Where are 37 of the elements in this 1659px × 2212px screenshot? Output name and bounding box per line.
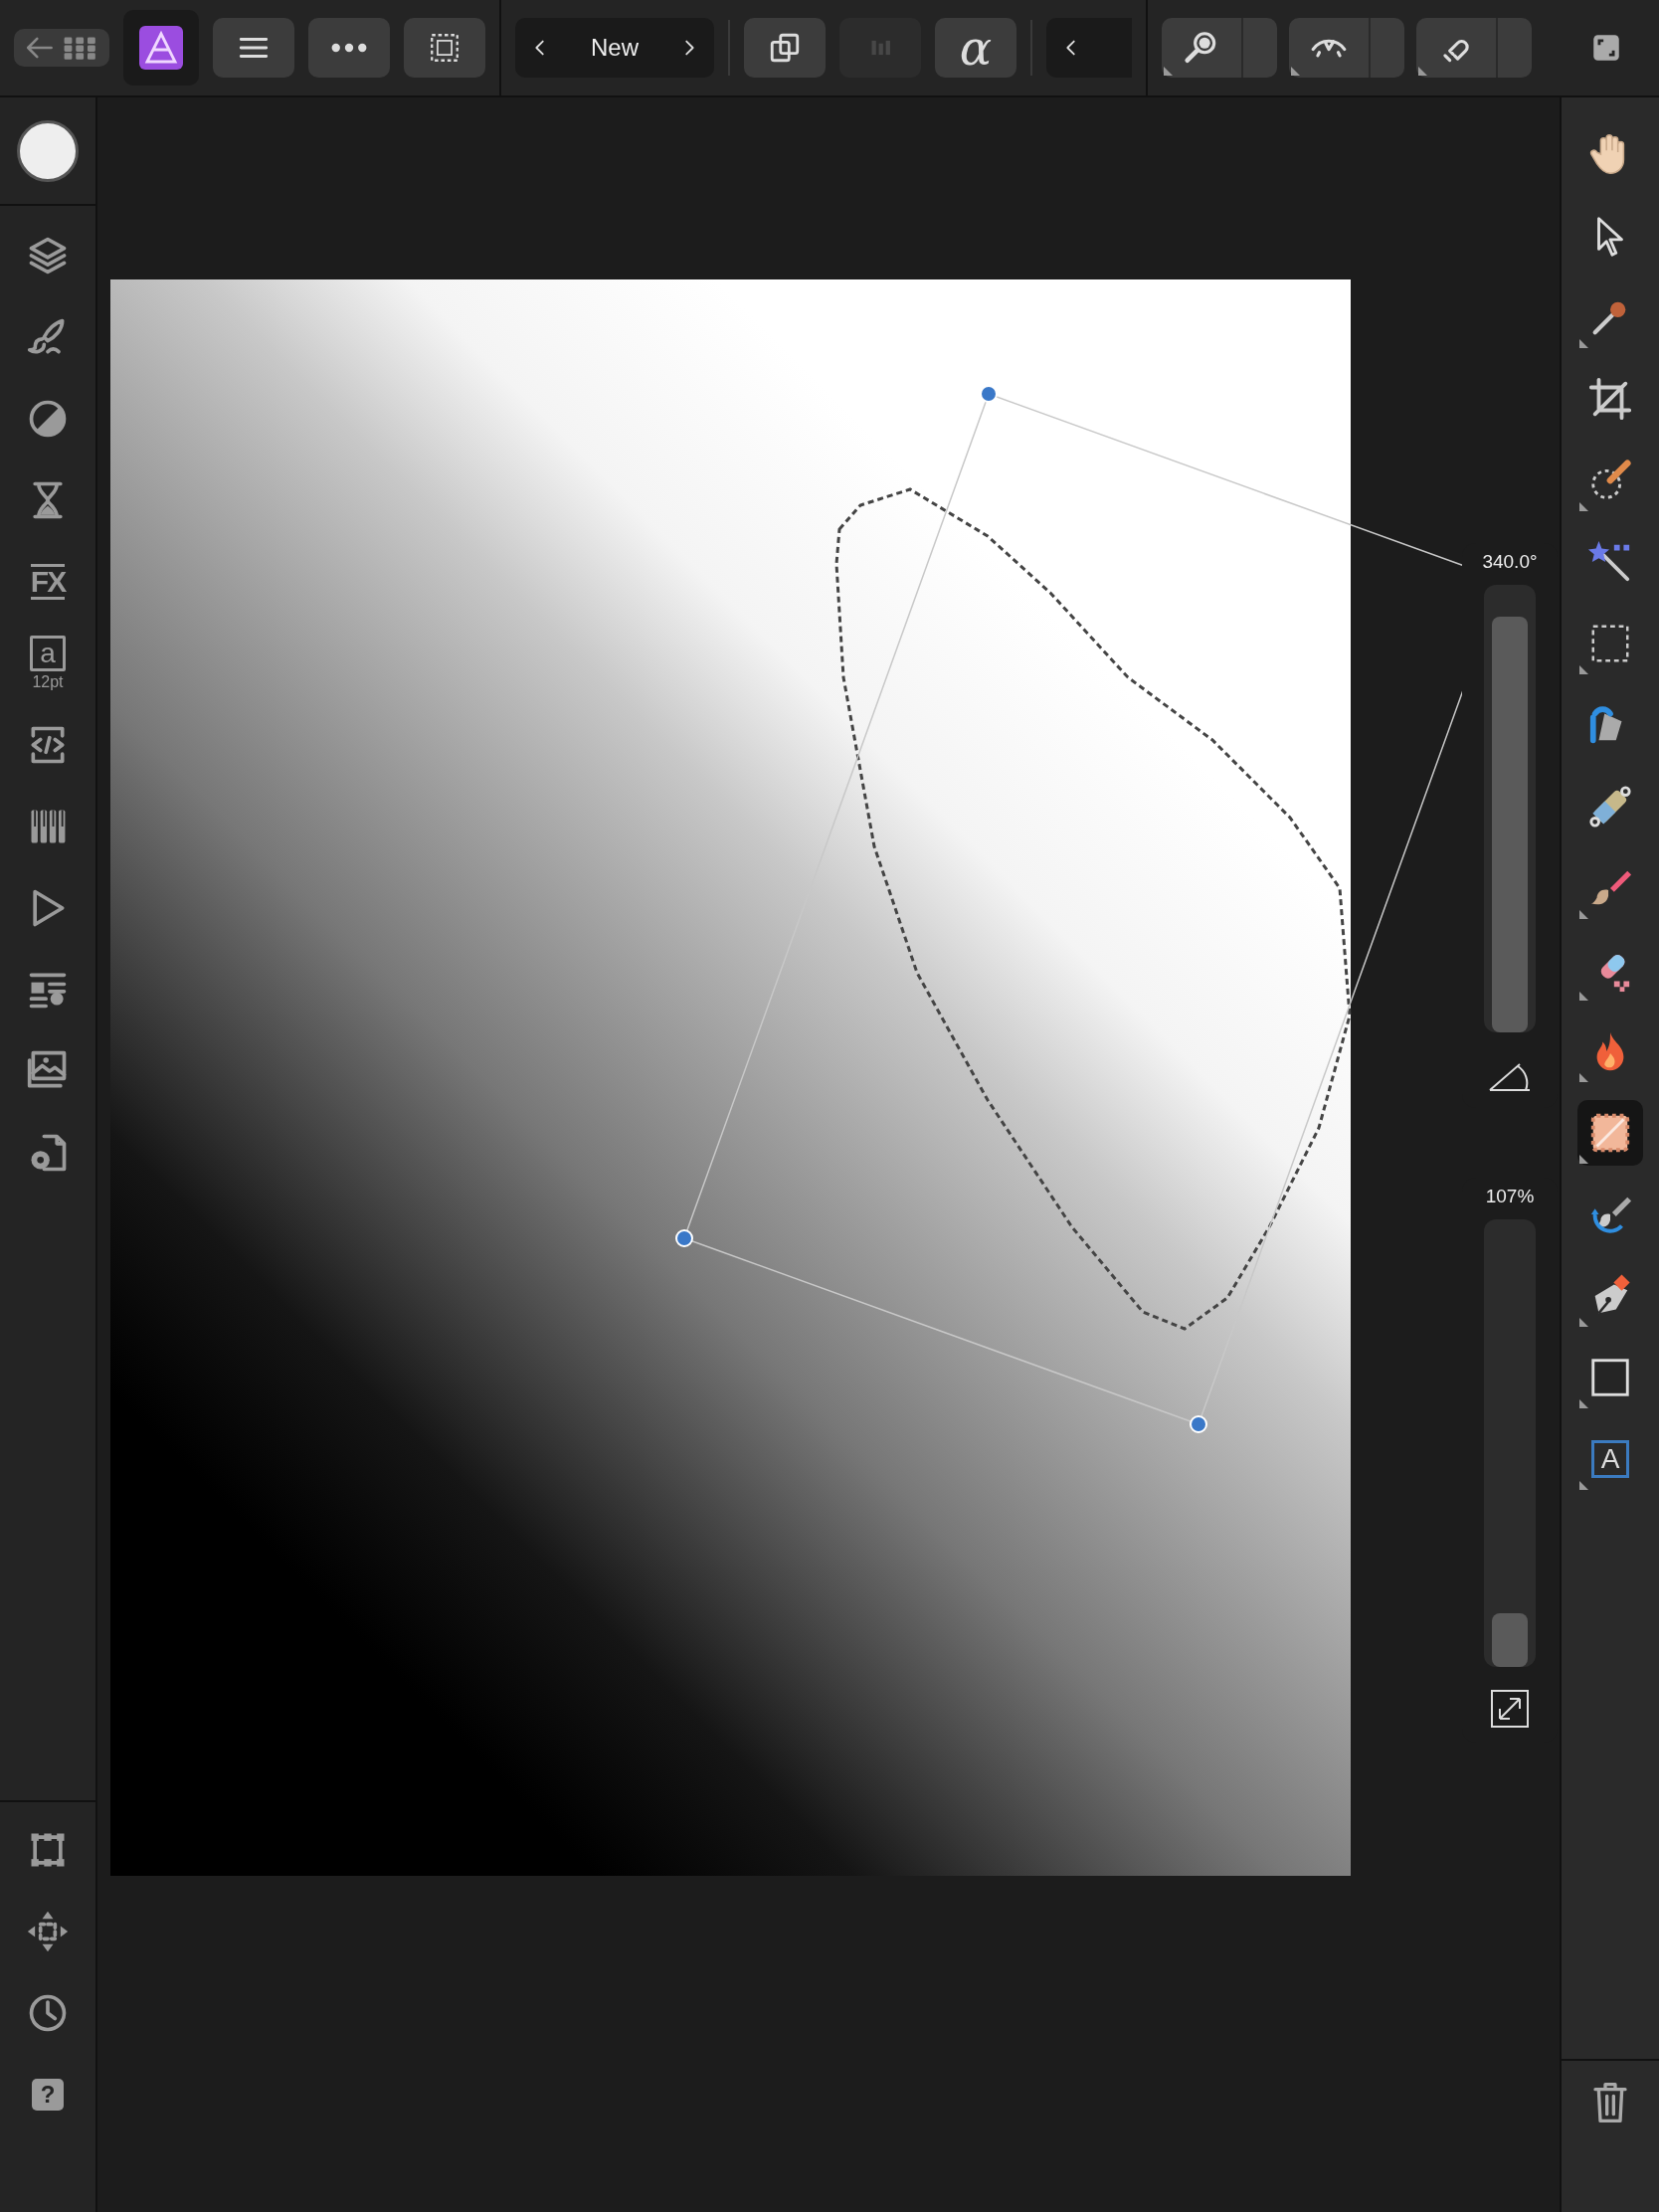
history-label: New bbox=[591, 34, 639, 62]
flyout-corner-icon bbox=[1418, 67, 1427, 76]
slider-fill[interactable] bbox=[1492, 616, 1528, 1032]
app-logo-button[interactable] bbox=[123, 10, 199, 86]
marquee-icon bbox=[428, 31, 461, 65]
crop-icon bbox=[1587, 376, 1633, 422]
view-toggle[interactable] bbox=[1289, 18, 1404, 78]
flyout-corner-icon bbox=[1164, 67, 1173, 76]
back-button[interactable] bbox=[14, 29, 109, 67]
delete-button[interactable] bbox=[1590, 2081, 1630, 2124]
selection-brush-tool[interactable] bbox=[1577, 1100, 1643, 1166]
menu-button[interactable] bbox=[213, 18, 294, 78]
gradient-icon bbox=[1587, 784, 1633, 830]
transform-handle[interactable] bbox=[1190, 1415, 1207, 1433]
snap-toggle[interactable] bbox=[1416, 18, 1532, 78]
text-style-button[interactable]: a 12pt bbox=[20, 636, 76, 691]
move-arrows-icon bbox=[26, 1910, 70, 1953]
help-button[interactable]: ? bbox=[20, 2067, 76, 2122]
more-button[interactable] bbox=[308, 18, 390, 78]
copy-button[interactable] bbox=[744, 18, 826, 78]
copy-icon bbox=[768, 31, 802, 65]
angle-slider[interactable] bbox=[1484, 585, 1536, 1032]
fx-button[interactable]: FX bbox=[20, 554, 76, 610]
scale-reading: 107% bbox=[1485, 1186, 1535, 1207]
app-logo-icon bbox=[137, 24, 185, 72]
transform-handle[interactable] bbox=[980, 385, 998, 403]
slider-fill[interactable] bbox=[1492, 1613, 1528, 1667]
text-frame-tool[interactable]: A bbox=[1577, 1426, 1643, 1492]
more-icon bbox=[331, 43, 367, 53]
zoom-toggle[interactable] bbox=[1162, 18, 1277, 78]
alpha-button[interactable]: α bbox=[935, 18, 1016, 78]
marquee-button[interactable] bbox=[404, 18, 485, 78]
scale-slider[interactable] bbox=[1484, 1219, 1536, 1667]
trash-icon bbox=[1590, 2081, 1630, 2124]
flyout-corner-icon bbox=[1291, 67, 1300, 76]
angle-reading: 340.0° bbox=[1482, 551, 1538, 573]
transform-handle[interactable] bbox=[675, 1229, 693, 1247]
